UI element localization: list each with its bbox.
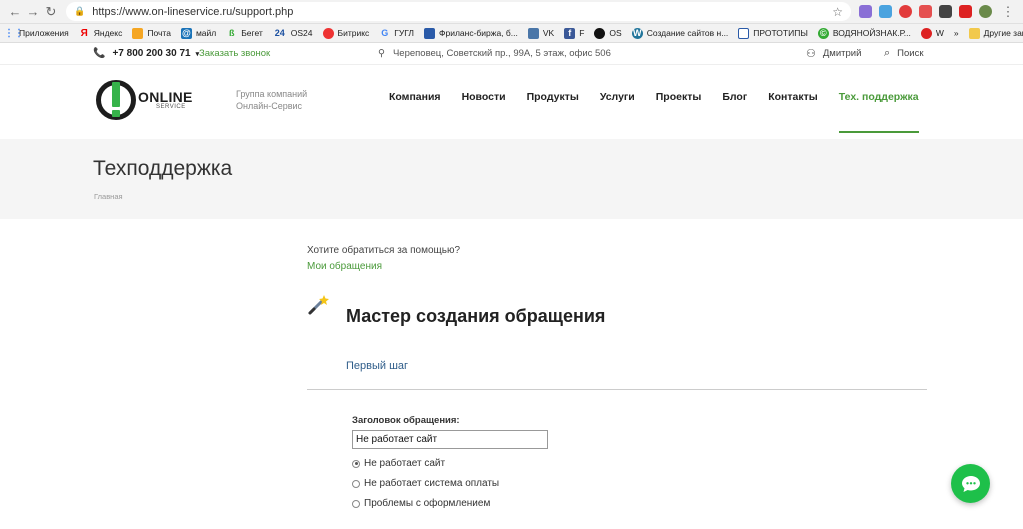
menu-dots-icon[interactable]: ⋮ bbox=[999, 4, 1017, 20]
menu-item-blog[interactable]: Блог bbox=[722, 91, 747, 103]
site-header: ONLINE SERVICE Группа компаний Онлайн-Се… bbox=[0, 65, 1023, 139]
bookmark-item[interactable]: © ВОДЯНОЙЗНАК.Р... bbox=[817, 27, 911, 39]
option-design-issues[interactable]: Проблемы с оформлением bbox=[352, 498, 929, 509]
menu-item-services[interactable]: Услуги bbox=[600, 91, 635, 103]
bookmark-item[interactable]: ß Бегет bbox=[226, 28, 263, 39]
yandex-icon: Я bbox=[80, 27, 88, 39]
chat-bubble-icon bbox=[961, 475, 980, 492]
wizard-step-link[interactable]: Первый шаг bbox=[346, 360, 408, 372]
search-link[interactable]: ⌕ Поиск bbox=[884, 47, 924, 60]
bookmark-star-icon[interactable]: ☆ bbox=[832, 5, 843, 19]
menu-item-projects[interactable]: Проекты bbox=[656, 91, 702, 103]
page-title: Техподдержка bbox=[93, 157, 233, 180]
facebook-icon: f bbox=[564, 27, 576, 39]
breadcrumb[interactable]: Главная bbox=[94, 192, 123, 201]
contact-strip: 📞 +7 800 200 30 71 ▾ Заказать звонок ⚲ Ч… bbox=[0, 43, 1023, 65]
apps-grid-icon: ⋮⋮ bbox=[4, 27, 24, 39]
bookmarks-bar: ⋮⋮ Приложения Я Яндекс Почта @ майл ß Бегет … bbox=[0, 24, 1023, 43]
reload-icon[interactable]: ↻ bbox=[42, 4, 60, 20]
os-icon bbox=[594, 27, 606, 39]
radio-button[interactable] bbox=[352, 459, 360, 468]
search-icon: ⌕ bbox=[884, 47, 891, 59]
mailru-icon: @ bbox=[180, 27, 192, 39]
support-content: Хотите обратиться за помощью? Мои обраще… bbox=[307, 245, 929, 509]
folder-icon bbox=[968, 27, 980, 39]
back-icon[interactable]: ← bbox=[6, 4, 24, 19]
wizard-title: Мастер создания обращения bbox=[346, 306, 606, 326]
google-icon: G bbox=[381, 27, 389, 38]
lock-icon: 🔒 bbox=[74, 6, 86, 16]
logo-text: ONLINE bbox=[138, 89, 193, 105]
logo-mark bbox=[96, 80, 136, 120]
bookmark-item[interactable]: Фриланс-биржа, б... bbox=[424, 27, 518, 39]
radio-button[interactable] bbox=[352, 499, 360, 508]
bookmark-item[interactable]: OS bbox=[594, 27, 622, 39]
forward-icon[interactable]: → bbox=[24, 4, 42, 19]
my-requests-link[interactable]: Мои обращения bbox=[307, 261, 382, 272]
mail-icon bbox=[132, 27, 144, 39]
bookmark-item[interactable]: VK bbox=[527, 27, 554, 39]
beget-icon: ß bbox=[228, 27, 235, 38]
bookmark-item[interactable]: Битрикс bbox=[322, 27, 369, 39]
other-bookmarks[interactable]: Другие заклад bbox=[968, 27, 1023, 39]
extension-icon[interactable] bbox=[959, 5, 972, 18]
chat-button[interactable] bbox=[951, 464, 990, 503]
bitrix-icon bbox=[322, 27, 334, 39]
phone-icon: 📞 bbox=[93, 48, 106, 59]
bookmarks-overflow[interactable]: » bbox=[954, 28, 959, 38]
menu-item-support[interactable]: Тех. поддержка bbox=[838, 91, 919, 133]
bookmark-item[interactable]: ⋮⋮ Приложения bbox=[4, 28, 69, 39]
bookmark-item[interactable]: W Создание сайтов н... bbox=[631, 27, 728, 39]
watermark-icon: © bbox=[817, 27, 829, 39]
bookmark-item[interactable]: G ГУГЛ bbox=[379, 28, 414, 39]
tagline: Группа компаний Онлайн-Сервис bbox=[236, 89, 308, 111]
option-payment-down[interactable]: Не работает система оплаты bbox=[352, 478, 929, 489]
magic-wand-icon bbox=[308, 295, 329, 315]
page-title-band: Техподдержка Главная bbox=[0, 139, 1023, 219]
wizard-header: Мастер создания обращения bbox=[307, 294, 929, 354]
menu-item-news[interactable]: Новости bbox=[462, 91, 506, 103]
extension-icon[interactable] bbox=[879, 5, 892, 18]
phone-dropdown[interactable]: 📞 +7 800 200 30 71 ▾ bbox=[93, 48, 199, 59]
callback-link[interactable]: Заказать звонок bbox=[199, 48, 270, 59]
extension-icon[interactable] bbox=[939, 5, 952, 18]
site-logo[interactable]: ONLINE SERVICE bbox=[96, 80, 193, 120]
extension-icon[interactable] bbox=[919, 5, 932, 18]
user-icon: ⚇ bbox=[806, 48, 816, 60]
browser-toolbar: ← → ↻ 🔒 https://www.on-lineservice.ru/su… bbox=[0, 0, 1023, 24]
os24-icon: 24 bbox=[274, 27, 285, 38]
bookmark-item[interactable]: fF bbox=[564, 27, 584, 39]
url-text: https://www.on-lineservice.ru/support.ph… bbox=[92, 5, 294, 18]
bookmark-item[interactable]: ПРОТОТИПЫ bbox=[738, 27, 808, 39]
request-title-input[interactable] bbox=[352, 430, 548, 449]
help-question: Хотите обратиться за помощью? bbox=[307, 245, 461, 256]
wordpress-icon: W bbox=[631, 27, 643, 39]
extension-icon[interactable] bbox=[859, 5, 872, 18]
location-pin-icon: ⚲ bbox=[378, 48, 385, 59]
extension-icon[interactable] bbox=[899, 5, 912, 18]
main-menu: Компания Новости Продукты Услуги Проекты… bbox=[389, 91, 940, 133]
office-address: ⚲ Череповец, Советский пр., 99А, 5 этаж,… bbox=[378, 48, 611, 59]
radio-button[interactable] bbox=[352, 479, 360, 488]
freelance-icon bbox=[424, 27, 436, 39]
menu-item-contacts[interactable]: Контакты bbox=[768, 91, 818, 103]
bookmark-item[interactable]: 24 OS24 bbox=[273, 28, 313, 39]
bookmark-item[interactable]: @ майл bbox=[180, 27, 216, 39]
bookmark-item[interactable]: Почта bbox=[132, 27, 171, 39]
divider bbox=[307, 389, 927, 390]
option-site-down[interactable]: Не работает сайт bbox=[352, 458, 929, 469]
prototype-icon bbox=[738, 27, 750, 39]
request-form: Заголовок обращения: Не работает сайт Не… bbox=[352, 415, 929, 509]
address-bar[interactable]: 🔒 https://www.on-lineservice.ru/support.… bbox=[66, 2, 851, 21]
menu-item-products[interactable]: Продукты bbox=[527, 91, 579, 103]
profile-avatar-icon[interactable] bbox=[979, 5, 992, 18]
request-title-label: Заголовок обращения: bbox=[352, 415, 460, 426]
bookmark-item[interactable]: Я Яндекс bbox=[79, 28, 123, 39]
w-site-icon bbox=[920, 27, 932, 39]
menu-item-company[interactable]: Компания bbox=[389, 91, 441, 103]
bookmark-item[interactable]: W bbox=[920, 27, 944, 39]
vk-icon bbox=[527, 27, 539, 39]
extensions: ⋮ bbox=[859, 4, 1017, 20]
user-account-link[interactable]: ⚇ Дмитрий bbox=[806, 47, 861, 60]
